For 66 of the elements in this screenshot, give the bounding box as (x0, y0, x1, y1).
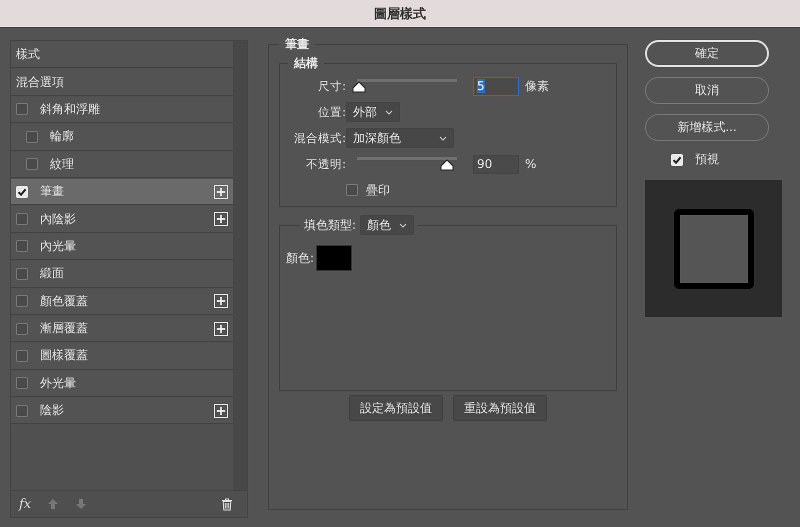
slider-thumb[interactable] (352, 80, 366, 92)
checkbox[interactable] (16, 213, 28, 226)
position-dropdown[interactable]: 外部 (346, 102, 400, 122)
checkbox[interactable] (346, 184, 358, 196)
color-swatch[interactable] (316, 245, 352, 271)
style-label: 混合選項 (16, 74, 65, 91)
field-label: 尺寸: (317, 78, 346, 94)
style-label: 樣式 (16, 46, 41, 64)
preview-label: 預視 (695, 151, 719, 168)
trash-icon[interactable] (221, 498, 233, 510)
style-label: 筆畫 (40, 183, 65, 200)
style-label: 內光暈 (40, 238, 77, 255)
unit-label: 像素 (525, 78, 549, 94)
fx-button[interactable]: fx (19, 496, 32, 512)
checkbox[interactable] (16, 295, 28, 308)
size-field[interactable]: 5 (473, 76, 519, 96)
chevron-icon (399, 222, 408, 228)
checkbox[interactable] (26, 158, 38, 170)
style-label: 顏色覆蓋 (40, 292, 89, 310)
overprint-label: 疊印 (366, 182, 390, 198)
style-label: 斜角和浮雕 (40, 100, 101, 118)
chevron-icon (385, 110, 393, 114)
add-icon[interactable] (214, 294, 228, 308)
opacity-field[interactable]: 90 (473, 154, 519, 174)
unit-label: % (525, 157, 536, 171)
down-arrow-icon[interactable] (75, 498, 88, 510)
add-icon[interactable] (214, 184, 228, 199)
field-label: 顏色: (286, 250, 314, 266)
window-title: 圖層樣式 (374, 6, 426, 22)
dialog-button[interactable]: 取消 (645, 77, 769, 104)
style-label: 內陰影 (40, 210, 77, 228)
blend-mode-dropdown[interactable]: 加深顏色 (346, 128, 454, 148)
style-label: 緞面 (40, 265, 65, 282)
field-label: 位置: (317, 104, 346, 120)
fill-type-dropdown[interactable]: 顏色 (360, 215, 414, 235)
group-title: 筆畫 (284, 36, 310, 53)
dialog-button[interactable]: 確定 (645, 40, 769, 67)
style-label: 漸層覆蓋 (40, 320, 89, 338)
group-title: 結構 (292, 55, 319, 72)
scrollbar[interactable] (233, 41, 247, 490)
style-list-item[interactable]: 筆畫 (11, 178, 233, 206)
up-arrow-icon[interactable] (47, 498, 60, 510)
style-label: 輪廓 (50, 128, 75, 146)
default-button[interactable]: 重設為預設值 (453, 395, 547, 421)
checkbox[interactable] (16, 404, 28, 417)
checkbox[interactable] (16, 268, 28, 280)
field-label: 混合模式: (293, 130, 346, 146)
style-label: 陰影 (40, 402, 65, 420)
chevron-icon (439, 136, 447, 140)
dialog-button[interactable]: 新增樣式... (645, 114, 769, 141)
field-label: 填色類型: (304, 216, 356, 234)
checkbox[interactable] (16, 322, 28, 335)
checkbox[interactable] (16, 103, 28, 116)
field-label: 不透明: (305, 156, 346, 172)
add-icon[interactable] (214, 322, 228, 336)
add-icon[interactable] (214, 404, 228, 418)
slider-thumb[interactable] (440, 158, 454, 170)
checkbox[interactable] (26, 130, 38, 143)
style-label: 紋理 (50, 156, 75, 173)
add-icon[interactable] (214, 212, 228, 226)
style-label: 圖樣覆蓋 (40, 347, 89, 364)
checkbox[interactable] (16, 240, 28, 252)
checkbox[interactable] (16, 377, 28, 390)
style-label: 外光暈 (40, 374, 77, 392)
default-button[interactable]: 設定為預設值 (349, 395, 443, 421)
checkbox[interactable] (16, 350, 28, 362)
